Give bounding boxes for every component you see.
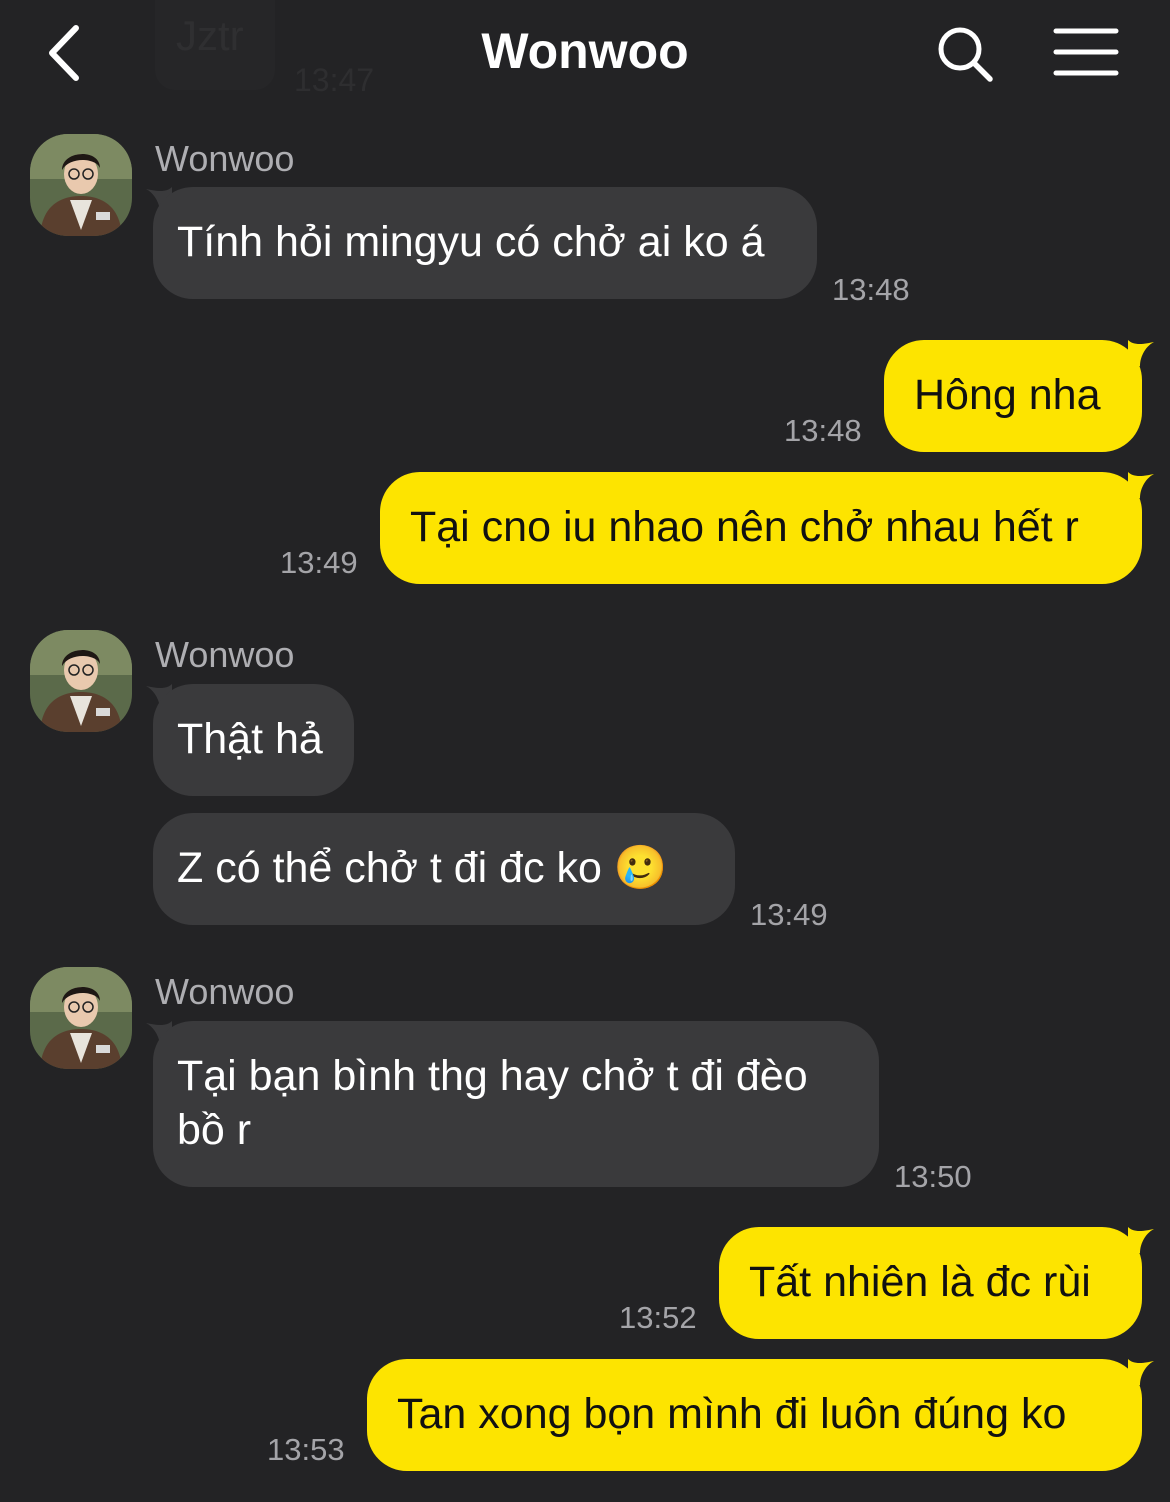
message-text: Tất nhiên là đc rùi [749, 1258, 1091, 1306]
back-chevron-icon[interactable] [40, 22, 90, 84]
avatar[interactable] [30, 134, 132, 236]
chat-header: Wonwoo [0, 0, 1170, 110]
message-text: Tính hỏi mingyu có chở ai ko á [177, 218, 765, 266]
message-time: 13:48 [784, 413, 862, 448]
message-bubble-received[interactable]: Thật hả [153, 684, 354, 796]
avatar[interactable] [30, 630, 132, 732]
sender-name: Wonwoo [155, 971, 295, 1012]
message-text: Thật hả [177, 715, 323, 763]
message-bubble-received[interactable]: Z có thể chở t đi đc ko 🥲 [153, 813, 735, 925]
message-text-line: bồ r [177, 1106, 252, 1154]
message-time: 13:53 [267, 1432, 345, 1467]
message-time: 13:49 [280, 545, 358, 580]
message-text: Z có thể chở t đi đc ko 🥲 [177, 844, 668, 892]
message-bubble-received[interactable]: Tại bạn bình thg hay chở t đi đèo bồ r [153, 1021, 879, 1187]
message-text: Hông nha [914, 371, 1101, 419]
menu-icon[interactable] [1053, 26, 1119, 78]
message-time: 13:50 [894, 1159, 972, 1194]
message-time: 13:52 [619, 1300, 697, 1335]
bubble-tail [1128, 1359, 1154, 1385]
search-icon[interactable] [933, 22, 995, 84]
sender-name: Wonwoo [155, 634, 295, 675]
avatar[interactable] [30, 967, 132, 1069]
message-bubble-sent[interactable]: Tất nhiên là đc rùi [719, 1227, 1142, 1339]
message-time: 13:48 [832, 272, 910, 307]
message-bubble-sent[interactable]: Hông nha [884, 340, 1142, 452]
bubble-tail [1128, 1227, 1154, 1253]
message-text: Tan xong bọn mình đi luôn đúng ko [397, 1390, 1067, 1438]
message-bubble-sent[interactable]: Tại cno iu nhao nên chở nhau hết r [380, 472, 1142, 584]
bubble-tail [1128, 340, 1154, 366]
message-text-line: Tại bạn bình thg hay chở t đi đèo [177, 1052, 808, 1100]
message-time: 13:49 [750, 897, 828, 932]
message-text: Tại cno iu nhao nên chở nhau hết r [410, 503, 1079, 551]
message-bubble-received[interactable]: Tính hỏi mingyu có chở ai ko á [153, 187, 817, 299]
message-bubble-sent[interactable]: Tan xong bọn mình đi luôn đúng ko [367, 1359, 1142, 1471]
bubble-tail [1128, 472, 1154, 498]
sender-name: Wonwoo [155, 138, 295, 179]
